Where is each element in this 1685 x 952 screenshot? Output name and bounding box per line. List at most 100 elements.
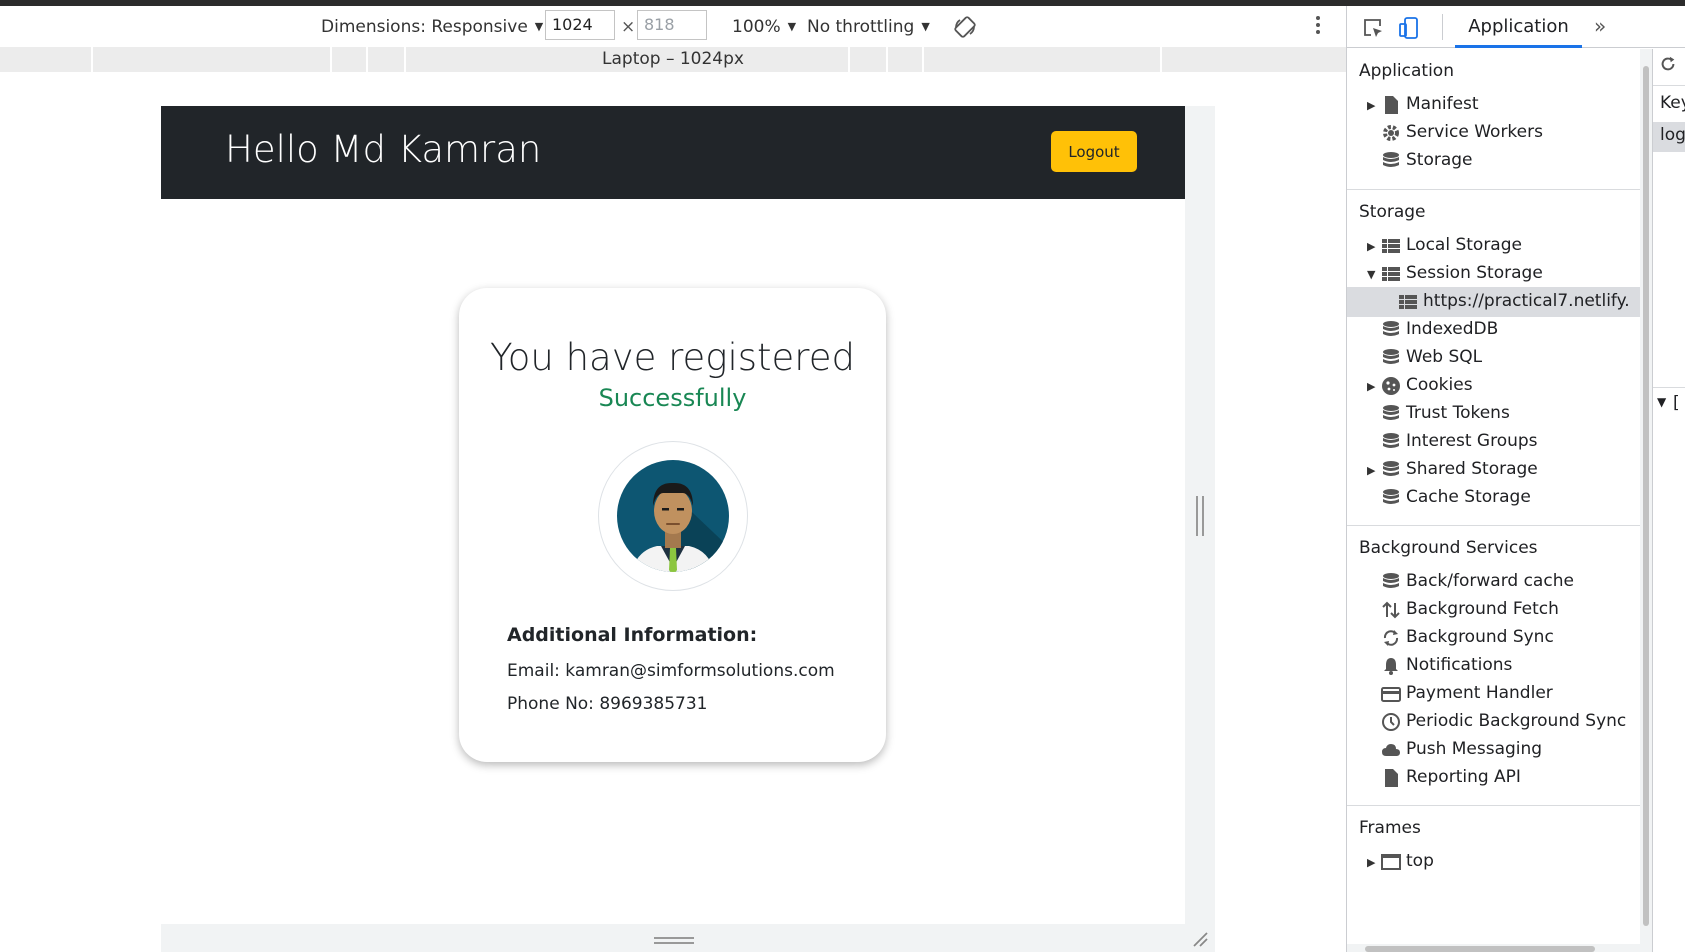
tree-item-label: Web SQL bbox=[1406, 347, 1483, 367]
cookie-icon bbox=[1381, 376, 1401, 396]
zoom-dropdown[interactable]: 100% ▼ bbox=[732, 6, 796, 47]
dropdown-caret-icon: ▼ bbox=[921, 20, 930, 33]
database-icon bbox=[1381, 488, 1401, 508]
tree-item-label: Shared Storage bbox=[1406, 459, 1538, 479]
gear-icon bbox=[1381, 123, 1401, 143]
device-toolbar: Dimensions: Responsive ▼ 1024 × 818 100% ▼… bbox=[0, 6, 1346, 47]
tree-item-label: Background Sync bbox=[1406, 627, 1554, 647]
pane-divider bbox=[1653, 85, 1685, 86]
inspect-element-icon[interactable] bbox=[1361, 16, 1385, 40]
tree-item-trust-tokens[interactable]: Trust Tokens bbox=[1347, 399, 1640, 429]
key-column-header[interactable]: Key bbox=[1660, 93, 1685, 113]
sidebar-scrollbar-thumb[interactable] bbox=[1643, 66, 1649, 926]
navbar: Hello Md Kamran Logout bbox=[161, 106, 1185, 199]
height-input[interactable]: 818 bbox=[637, 10, 707, 40]
tree-item-shared-storage[interactable]: ▶ Shared Storage bbox=[1347, 455, 1640, 485]
tree-item-label: Storage bbox=[1406, 150, 1473, 170]
device-toggle-icon[interactable] bbox=[1397, 16, 1421, 40]
tree-item-label: Background Fetch bbox=[1406, 599, 1559, 619]
logout-button[interactable]: Logout bbox=[1051, 131, 1137, 172]
tree-item-background-sync[interactable]: Background Sync bbox=[1347, 623, 1640, 653]
more-options-icon[interactable] bbox=[1308, 14, 1328, 40]
collapse-arrow-icon[interactable]: ▼ bbox=[1367, 268, 1375, 281]
expand-arrow-icon[interactable]: ▶ bbox=[1367, 380, 1375, 393]
media-query-bar: Laptop – 1024px bbox=[0, 47, 1346, 72]
section-divider bbox=[1347, 525, 1640, 526]
document-icon bbox=[1381, 95, 1401, 115]
times-sign: × bbox=[621, 16, 636, 37]
tree-item-periodic-background-sync[interactable]: Periodic Background Sync bbox=[1347, 707, 1640, 737]
emulated-page: Hello Md Kamran Logout You have register… bbox=[161, 106, 1185, 924]
width-resize-handle[interactable] bbox=[1196, 496, 1204, 536]
tab-separator bbox=[1442, 14, 1443, 40]
refresh-icon[interactable] bbox=[1659, 55, 1677, 77]
section-divider bbox=[1347, 189, 1640, 190]
database-icon bbox=[1381, 432, 1401, 452]
tree-item-cache-storage[interactable]: Cache Storage bbox=[1347, 483, 1640, 513]
throttling-dropdown[interactable]: No throttling ▼ bbox=[807, 6, 930, 47]
tree-item-cookies[interactable]: ▶ Cookies bbox=[1347, 371, 1640, 401]
tree-item-frame-top[interactable]: ▶ top bbox=[1347, 847, 1640, 877]
table-grid-icon bbox=[1381, 236, 1401, 256]
dropdown-caret-icon: ▼ bbox=[787, 20, 797, 33]
tree-item-payment-handler[interactable]: Payment Handler bbox=[1347, 679, 1640, 709]
tree-item-label: IndexedDB bbox=[1406, 319, 1499, 339]
collapse-arrow-icon[interactable]: ▼ bbox=[1657, 395, 1666, 409]
tree-item-label: Cache Storage bbox=[1406, 487, 1531, 507]
corner-resize-icon[interactable] bbox=[1191, 930, 1209, 948]
database-icon bbox=[1381, 320, 1401, 340]
tree-item-indexeddb[interactable]: IndexedDB bbox=[1347, 315, 1640, 345]
tree-item-background-fetch[interactable]: Background Fetch bbox=[1347, 595, 1640, 625]
tree-item-notifications[interactable]: Notifications bbox=[1347, 651, 1640, 681]
tree-item-local-storage[interactable]: ▶ Local Storage bbox=[1347, 231, 1640, 261]
card-subtitle: Successfully bbox=[598, 384, 747, 412]
credit-card-icon bbox=[1381, 684, 1401, 704]
tab-application[interactable]: Application bbox=[1455, 6, 1582, 48]
tree-item-back-forward-cache[interactable]: Back/forward cache bbox=[1347, 567, 1640, 597]
tree-item-interest-groups[interactable]: Interest Groups bbox=[1347, 427, 1640, 457]
tree-item-label: Back/forward cache bbox=[1406, 571, 1574, 591]
additional-info-heading: Additional Information: bbox=[507, 624, 758, 646]
tree-item-storage[interactable]: Storage bbox=[1347, 146, 1640, 176]
zoom-label: 100% bbox=[732, 16, 781, 37]
sync-icon bbox=[1381, 628, 1401, 648]
section-divider bbox=[1347, 805, 1640, 806]
tree-item-manifest[interactable]: ▶ Manifest bbox=[1347, 90, 1640, 120]
database-icon bbox=[1381, 348, 1401, 368]
rotate-icon[interactable] bbox=[953, 6, 977, 47]
tree-item-session-origin[interactable]: https://practical7.netlify. bbox=[1347, 287, 1640, 317]
tree-item-push-messaging[interactable]: Push Messaging bbox=[1347, 735, 1640, 765]
expand-arrow-icon[interactable]: ▶ bbox=[1367, 856, 1375, 869]
email-line: Email: kamran@simformsolutions.com bbox=[507, 661, 835, 681]
tree-item-service-workers[interactable]: Service Workers bbox=[1347, 118, 1640, 148]
tree-item-session-storage[interactable]: ▼ Session Storage bbox=[1347, 259, 1640, 289]
dimensions-dropdown[interactable]: Dimensions: Responsive ▼ bbox=[321, 6, 543, 47]
document-icon bbox=[1381, 768, 1401, 788]
user-avatar-icon bbox=[617, 460, 729, 572]
table-grid-icon bbox=[1381, 264, 1401, 284]
horizontal-scrollbar-thumb[interactable] bbox=[1365, 946, 1595, 952]
tree-item-label: Manifest bbox=[1406, 94, 1479, 114]
section-title-storage: Storage bbox=[1359, 202, 1426, 222]
height-resize-handle[interactable] bbox=[654, 937, 694, 944]
more-tabs-icon[interactable]: » bbox=[1594, 14, 1606, 38]
database-icon bbox=[1381, 572, 1401, 592]
expand-arrow-icon[interactable]: ▶ bbox=[1367, 240, 1375, 253]
expand-arrow-icon[interactable]: ▶ bbox=[1367, 99, 1375, 112]
clock-icon bbox=[1381, 712, 1401, 732]
tree-item-web-sql[interactable]: Web SQL bbox=[1347, 343, 1640, 373]
dimensions-label: Dimensions: Responsive bbox=[321, 16, 528, 37]
tree-item-label: Local Storage bbox=[1406, 235, 1522, 255]
width-input[interactable]: 1024 bbox=[545, 10, 615, 40]
tree-item-label: Session Storage bbox=[1406, 263, 1543, 283]
tree-item-reporting-api[interactable]: Reporting API bbox=[1347, 763, 1640, 793]
section-title-background-services: Background Services bbox=[1359, 538, 1538, 558]
json-bracket: [ bbox=[1673, 393, 1680, 413]
database-icon bbox=[1381, 151, 1401, 171]
expand-arrow-icon[interactable]: ▶ bbox=[1367, 464, 1375, 477]
up-down-arrows-icon bbox=[1381, 600, 1401, 620]
tree-item-label: Cookies bbox=[1406, 375, 1473, 395]
database-icon bbox=[1381, 404, 1401, 424]
section-title-frames: Frames bbox=[1359, 818, 1421, 838]
phone-line: Phone No: 8969385731 bbox=[507, 694, 708, 714]
